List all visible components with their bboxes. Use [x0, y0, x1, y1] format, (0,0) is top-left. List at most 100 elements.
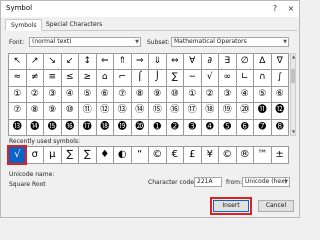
symbol-cell[interactable]: ↘: [44, 54, 62, 71]
symbol-cell[interactable]: ≤: [61, 70, 79, 87]
symbol-cell[interactable]: ➏: [236, 119, 254, 136]
symbol-cell[interactable]: ⌂: [96, 70, 114, 87]
symbol-cell[interactable]: ⓱: [79, 119, 97, 136]
symbol-cell[interactable]: ⇓: [149, 54, 167, 71]
symbol-cell[interactable]: ⌡: [149, 70, 167, 87]
symbol-cell[interactable]: ↗: [26, 54, 44, 71]
symbol-cell[interactable]: ≥: [79, 70, 97, 87]
scroll-thumb[interactable]: [291, 69, 295, 83]
recent-symbol-cell[interactable]: “: [131, 147, 149, 164]
symbol-cell[interactable]: ➍: [201, 119, 219, 136]
symbol-cell[interactable]: ⓯: [44, 119, 62, 136]
recent-symbol-cell[interactable]: ®: [236, 147, 254, 164]
recent-symbol-cell[interactable]: ©: [219, 147, 237, 164]
symbol-cell[interactable]: ⑥: [96, 86, 114, 104]
subset-dropdown[interactable]: Mathematical Operators ▼: [171, 37, 289, 47]
symbol-cell[interactable]: ⑨: [149, 86, 167, 104]
recent-symbol-cell[interactable]: €: [166, 147, 184, 164]
symbol-cell[interactable]: ∫: [271, 70, 289, 87]
symbol-cell[interactable]: ①: [184, 86, 202, 104]
from-dropdown[interactable]: Unicode (hex) ▼: [242, 177, 290, 187]
symbol-cell[interactable]: ⑯: [166, 103, 184, 120]
symbol-cell[interactable]: ➋: [166, 119, 184, 136]
recent-symbol-cell[interactable]: ◐: [114, 147, 132, 164]
symbol-cell[interactable]: ⑧: [26, 103, 44, 120]
symbol-cell[interactable]: ⌠: [131, 70, 149, 87]
symbol-cell[interactable]: ⓳: [114, 119, 132, 136]
symbol-cell[interactable]: ➊: [149, 119, 167, 136]
symbol-cell[interactable]: ⑤: [79, 86, 97, 104]
symbol-cell[interactable]: ⑱: [201, 103, 219, 120]
symbol-cell[interactable]: ↙: [61, 54, 79, 71]
symbol-cell[interactable]: ②: [201, 86, 219, 104]
scroll-up-icon[interactable]: ▲: [291, 54, 296, 60]
symbol-cell[interactable]: ⑦: [9, 103, 27, 120]
symbol-cell[interactable]: ≡: [44, 70, 62, 87]
symbol-cell[interactable]: ➎: [219, 119, 237, 136]
tab-symbols[interactable]: Symbols: [5, 19, 43, 31]
symbol-cell[interactable]: ⇒: [131, 54, 149, 71]
symbol-cell[interactable]: −: [184, 70, 202, 87]
symbol-cell[interactable]: ⑧: [131, 86, 149, 104]
recent-symbol-cell[interactable]: ∑: [79, 147, 97, 164]
symbol-cell[interactable]: ∃: [219, 54, 237, 71]
recent-symbol-cell[interactable]: ¥: [201, 147, 219, 164]
symbol-cell[interactable]: ∞: [219, 70, 237, 87]
symbol-cell[interactable]: ⓴: [131, 119, 149, 136]
scroll-down-icon[interactable]: ▼: [291, 129, 296, 135]
symbol-cell[interactable]: ≠: [26, 70, 44, 87]
symbol-cell[interactable]: ③: [44, 86, 62, 104]
grid-scrollbar[interactable]: ▲ ▼: [290, 53, 296, 136]
symbol-cell[interactable]: ⑮: [149, 103, 167, 120]
symbol-cell[interactable]: ⑫: [96, 103, 114, 120]
symbol-cell[interactable]: ∩: [254, 70, 272, 87]
symbol-cell[interactable]: ⑤: [254, 86, 272, 104]
symbol-cell[interactable]: ⑭: [131, 103, 149, 120]
symbol-cell[interactable]: ⇔: [166, 54, 184, 71]
symbol-cell[interactable]: ⑬: [114, 103, 132, 120]
symbol-cell[interactable]: ⑲: [219, 103, 237, 120]
symbol-cell[interactable]: ⇐: [96, 54, 114, 71]
recent-symbol-cell[interactable]: ©: [149, 147, 167, 164]
symbol-cell[interactable]: ➐: [254, 119, 272, 136]
symbol-cell[interactable]: ②: [26, 86, 44, 104]
symbol-cell[interactable]: ⑩: [166, 86, 184, 104]
symbol-cell[interactable]: ⑰: [184, 103, 202, 120]
recent-symbol-cell[interactable]: σ: [26, 147, 44, 164]
symbol-cell[interactable]: ↕: [79, 54, 97, 71]
symbol-cell[interactable]: ∅: [236, 54, 254, 71]
symbol-cell[interactable]: ⑥: [271, 86, 289, 104]
symbol-cell[interactable]: ⓲: [96, 119, 114, 136]
recent-symbol-cell[interactable]: ±: [271, 147, 289, 164]
symbol-cell[interactable]: ➑: [271, 119, 289, 136]
recent-symbol-cell[interactable]: √: [9, 147, 27, 164]
symbol-cell[interactable]: ⌐: [114, 70, 132, 87]
symbol-cell[interactable]: ∑: [166, 70, 184, 87]
symbol-cell[interactable]: ↖: [9, 54, 27, 71]
symbol-cell[interactable]: ∇: [271, 54, 289, 71]
character-code-input[interactable]: 221A: [194, 177, 222, 187]
symbol-cell[interactable]: ⓫: [254, 103, 272, 120]
recent-symbol-cell[interactable]: ∑: [61, 147, 79, 164]
symbol-cell[interactable]: ⓰: [61, 119, 79, 136]
symbol-cell[interactable]: ④: [236, 86, 254, 104]
symbol-cell[interactable]: ④: [61, 86, 79, 104]
help-button[interactable]: ?: [267, 3, 283, 15]
cancel-button[interactable]: Cancel: [258, 200, 294, 212]
symbol-cell[interactable]: ∀: [184, 54, 202, 71]
symbol-cell[interactable]: ⑨: [44, 103, 62, 120]
symbol-cell[interactable]: ③: [219, 86, 237, 104]
symbol-cell[interactable]: ⓭: [9, 119, 27, 136]
symbol-cell[interactable]: ①: [9, 86, 27, 104]
recent-symbol-cell[interactable]: ♦: [96, 147, 114, 164]
symbol-cell[interactable]: ∆: [254, 54, 272, 71]
symbol-cell[interactable]: ∂: [201, 54, 219, 71]
symbol-cell[interactable]: ⓮: [26, 119, 44, 136]
symbol-cell[interactable]: ∟: [236, 70, 254, 87]
symbol-cell[interactable]: ⑪: [79, 103, 97, 120]
symbol-cell[interactable]: ➌: [184, 119, 202, 136]
symbol-cell[interactable]: √: [201, 70, 219, 87]
close-button[interactable]: ×: [283, 3, 299, 15]
recent-symbol-cell[interactable]: £: [184, 147, 202, 164]
recent-symbol-cell[interactable]: ™: [254, 147, 272, 164]
